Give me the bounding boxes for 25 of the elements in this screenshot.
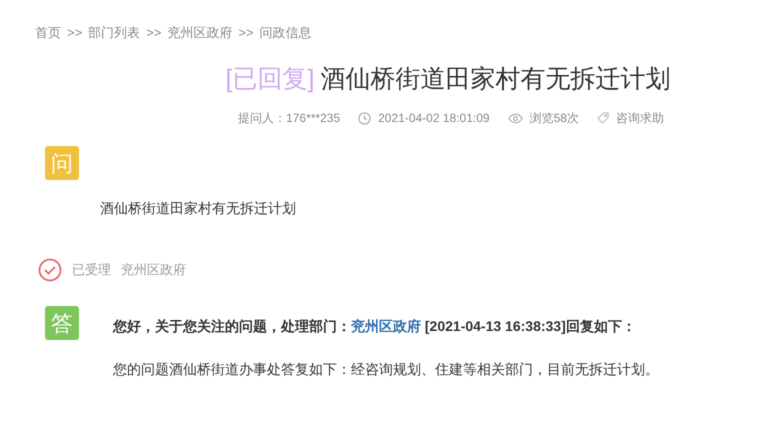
status-label: [已回复] bbox=[226, 64, 314, 95]
category-label: 咨询求助 bbox=[616, 110, 664, 126]
question-badge: 问 bbox=[45, 146, 79, 180]
breadcrumb-link[interactable]: 兖州区政府 bbox=[167, 24, 232, 42]
clock-icon bbox=[358, 112, 372, 124]
page-title: 酒仙桥街道田家村有无拆迁计划 bbox=[320, 64, 670, 95]
breadcrumb-link[interactable]: 首页 bbox=[35, 24, 61, 42]
department-label: 兖州区政府 bbox=[121, 261, 186, 280]
check-icon bbox=[38, 258, 62, 282]
status-text: 已受理 bbox=[72, 261, 111, 280]
eye-icon bbox=[508, 112, 523, 124]
view-count: 浏览58次 bbox=[530, 110, 579, 126]
breadcrumb-separator: >> bbox=[67, 24, 82, 42]
question-text: 酒仙桥街道田家村有无拆迁计划 bbox=[100, 199, 297, 218]
tag-icon bbox=[596, 112, 609, 124]
reply-text: 您的问题酒仙桥街道办事处答复如下：经咨询规划、住建等相关部门，目前无拆迁计划。 bbox=[113, 360, 659, 379]
breadcrumb-link[interactable]: 问政信息 bbox=[260, 24, 312, 42]
breadcrumb-separator: >> bbox=[146, 24, 162, 42]
answer-badge: 答 bbox=[45, 306, 79, 340]
reply-heading: 您好，关于您关注的问题，处理部门：兖州区政府 [2021-04-13 16:38:33]回复如下： bbox=[113, 317, 637, 336]
department-link[interactable]: 兖州区政府 bbox=[351, 318, 421, 334]
breadcrumb-link[interactable]: 部门列表 bbox=[88, 24, 140, 42]
asker-label: 提问人：176***235 bbox=[238, 110, 340, 126]
post-time: 2021-04-02 18:01:09 bbox=[378, 110, 490, 126]
breadcrumb-separator: >> bbox=[238, 24, 254, 42]
